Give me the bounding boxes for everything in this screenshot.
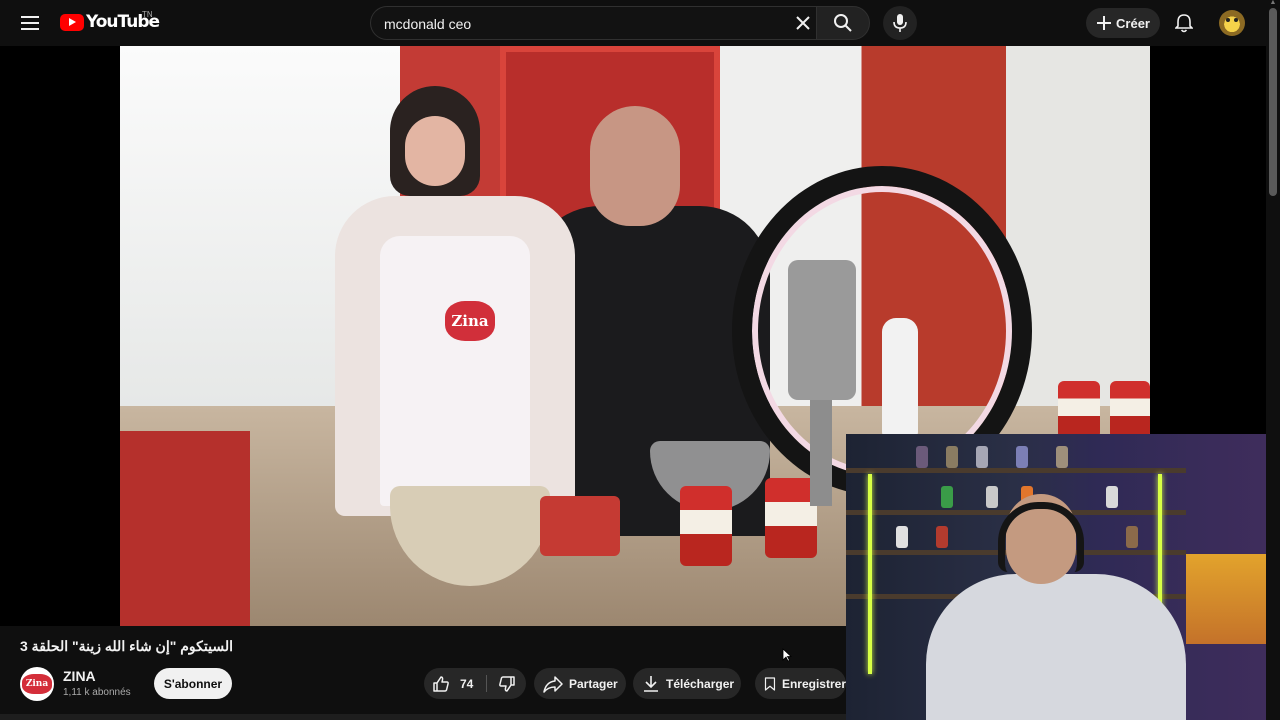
search-icon (834, 14, 852, 32)
phone-stand (810, 396, 832, 506)
like-count: 74 (460, 676, 474, 691)
thumbs-up-icon (433, 675, 449, 692)
menu-icon (21, 16, 39, 30)
download-icon (644, 675, 658, 692)
channel-logo: Zina (22, 674, 52, 694)
channel-name[interactable]: ZINA (63, 668, 96, 684)
webcam-overlay (846, 434, 1266, 720)
thumbs-down-icon (499, 675, 515, 692)
headphones (998, 502, 1084, 572)
like-dislike-group: 74 (424, 668, 526, 699)
search-button[interactable] (816, 6, 870, 40)
bell-icon (1175, 14, 1193, 33)
menu-button[interactable] (14, 7, 46, 39)
search-box (370, 6, 816, 40)
smartphone (788, 260, 856, 400)
create-button[interactable]: Créer (1086, 8, 1160, 38)
dislike-button[interactable] (488, 668, 526, 699)
notifications-button[interactable] (1170, 9, 1198, 37)
woman-in-apron: Zina (280, 86, 580, 526)
video-title: السيتكوم "إن شاء الله زينة" الحلقة 3 (20, 638, 233, 654)
clear-search-button[interactable] (792, 12, 814, 34)
share-label: Partager (569, 676, 618, 691)
led-strip (868, 474, 872, 674)
scroll-up-arrow-icon[interactable]: ▲ (1269, 0, 1277, 6)
tomato-can (1058, 381, 1100, 439)
download-label: Télécharger (666, 676, 735, 691)
close-icon (796, 16, 810, 30)
voice-search-button[interactable] (883, 6, 917, 40)
account-avatar[interactable] (1219, 10, 1245, 36)
subscriber-count: 1,11 k abonnés (63, 687, 131, 698)
scrollbar-thumb[interactable] (1269, 8, 1277, 196)
mouse-cursor-icon (782, 648, 792, 662)
tomato-can (1110, 381, 1150, 439)
plus-icon (1097, 16, 1112, 30)
page-scrollbar[interactable]: ▲ (1266, 0, 1280, 720)
poster (1186, 554, 1266, 644)
youtube-logo-icon (60, 13, 84, 31)
streamer-body (926, 574, 1186, 720)
search-input[interactable] (384, 14, 784, 34)
subscribe-button[interactable]: S'abonner (154, 668, 232, 699)
save-button[interactable]: Enregistrer (755, 668, 846, 699)
masthead: YouTube TN Créer (0, 0, 1280, 46)
share-button[interactable]: Partager (534, 668, 626, 699)
share-icon (543, 675, 563, 693)
like-divider (486, 675, 487, 692)
baking-dish (540, 496, 620, 556)
like-button[interactable]: 74 (424, 668, 484, 699)
mic-icon (893, 14, 907, 32)
counter-front (120, 431, 250, 626)
channel-avatar[interactable]: Zina (20, 667, 54, 701)
bookmark-icon (764, 676, 776, 691)
save-label: Enregistrer (781, 676, 846, 691)
create-label: Créer (1116, 15, 1150, 31)
tomato-can (680, 486, 732, 566)
youtube-logo[interactable]: YouTube TN (60, 10, 160, 32)
download-button[interactable]: Télécharger (633, 668, 741, 699)
bottom-strip (0, 714, 846, 720)
region-code: TN (142, 10, 153, 19)
apron-logo: Zina (445, 301, 495, 341)
